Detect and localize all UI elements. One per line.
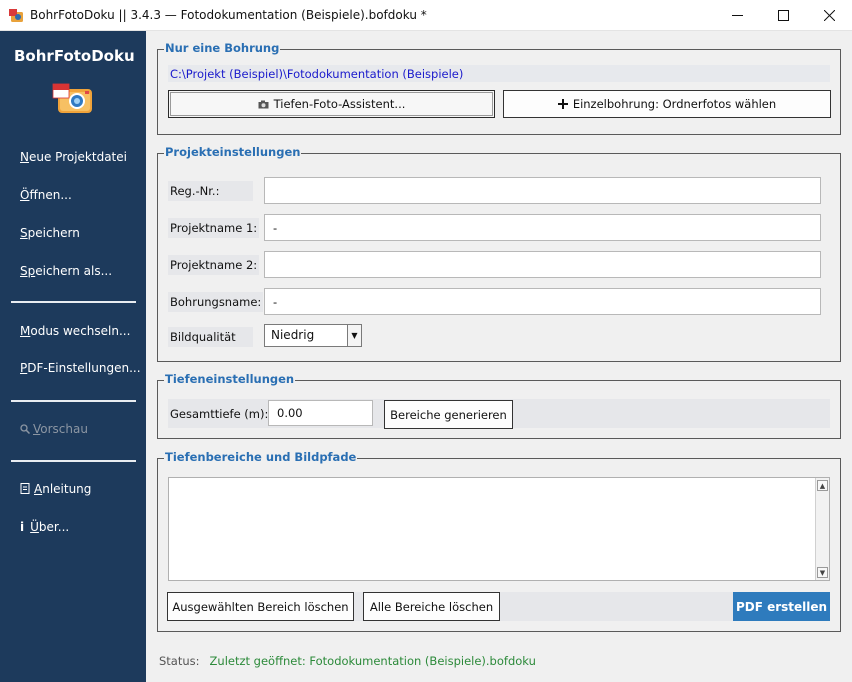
depth-ranges-group: Tiefenbereiche und Bildpfade ▲ ▼ Ausgewä…: [157, 450, 841, 632]
project-name-2-input[interactable]: [264, 251, 821, 278]
sidebar-item-pdf-settings[interactable]: PDF-Einstellungen...: [20, 361, 141, 375]
app-icon: [9, 9, 23, 22]
sidebar-item-save-as[interactable]: Speichern als...: [20, 264, 112, 278]
project-path: C:\Projekt (Beispiel)\Fotodokumentation …: [168, 65, 830, 82]
bore-name-label: Bohrungsname:: [168, 292, 264, 312]
project-name-2-label: Projektname 2:: [168, 255, 260, 275]
delete-all-ranges-button[interactable]: Alle Bereiche löschen: [363, 592, 500, 621]
info-icon: i: [20, 520, 25, 534]
maximize-icon: [777, 10, 789, 21]
sidebar: BohrFotoDoku Neue Projektdatei Öffnen...…: [0, 31, 146, 682]
project-settings-group: Projekteinstellungen Reg.-Nr.: Projektna…: [157, 145, 841, 362]
total-depth-label: Gesamttiefe (m):: [170, 407, 269, 421]
sidebar-item-save[interactable]: Speichern: [20, 226, 80, 240]
generate-ranges-button[interactable]: Bereiche generieren: [384, 400, 513, 429]
total-depth-input[interactable]: 0.00: [268, 400, 373, 426]
sidebar-divider: [11, 460, 136, 462]
close-button[interactable]: [806, 0, 852, 31]
scroll-down-icon[interactable]: ▼: [817, 567, 828, 578]
list-scrollbar[interactable]: ▲ ▼: [815, 478, 829, 580]
close-icon: [823, 10, 835, 21]
brand-title: BohrFotoDoku: [14, 47, 135, 65]
image-quality-label: Bildqualität: [168, 327, 253, 347]
status-text: Zuletzt geöffnet: Fotodokumentation (Bei…: [209, 654, 536, 668]
reg-nr-label: Reg.-Nr.:: [168, 181, 253, 201]
project-name-1-label: Projektname 1:: [168, 218, 260, 238]
plus-icon: [557, 99, 568, 109]
depth-settings-group: Tiefeneinstellungen Gesamttiefe (m): 0.0…: [157, 372, 841, 439]
sidebar-item-switch-mode[interactable]: Modus wechseln...: [20, 324, 130, 338]
chevron-down-icon: ▼: [347, 325, 361, 346]
sidebar-item-manual[interactable]: Anleitung: [20, 482, 91, 496]
single-bore-group: Nur eine Bohrung C:\Projekt (Beispiel)\F…: [157, 41, 841, 135]
status-bar: Status: Zuletzt geöffnet: Fotodokumentati…: [159, 654, 536, 668]
pdf-camera-logo-icon: [52, 83, 92, 113]
sidebar-divider: [11, 400, 136, 402]
reg-nr-input[interactable]: [264, 177, 821, 204]
single-bore-title: Nur eine Bohrung: [164, 41, 281, 55]
sidebar-divider: [11, 301, 136, 303]
single-bore-folder-button[interactable]: Einzelbohrung: Ordnerfotos wählen: [503, 90, 831, 118]
title-bar: BohrFotoDoku || 3.4.3 — Fotodokumentatio…: [0, 0, 852, 31]
project-settings-title: Projekteinstellungen: [164, 145, 302, 159]
image-quality-select[interactable]: Niedrig ▼: [264, 324, 362, 347]
delete-selected-range-button[interactable]: Ausgewählten Bereich löschen: [167, 592, 354, 621]
magnifier-icon: [20, 424, 31, 435]
bore-name-input[interactable]: -: [264, 288, 821, 315]
sidebar-item-new-project[interactable]: Neue Projektdatei: [20, 150, 127, 164]
depth-ranges-title: Tiefenbereiche und Bildpfade: [164, 450, 358, 464]
document-icon: [20, 483, 30, 494]
sidebar-item-open[interactable]: Öffnen...: [20, 188, 72, 202]
depth-photo-wizard-button[interactable]: Tiefen-Foto-Assistent...: [168, 90, 495, 118]
scroll-up-icon[interactable]: ▲: [817, 480, 828, 491]
minimize-button[interactable]: [714, 0, 760, 31]
minimize-icon: [731, 15, 743, 16]
status-label: Status:: [159, 654, 200, 668]
maximize-button[interactable]: [760, 0, 806, 31]
project-name-1-input[interactable]: -: [264, 214, 821, 241]
create-pdf-button[interactable]: PDF erstellen: [733, 592, 830, 621]
sidebar-item-about[interactable]: i Über...: [20, 520, 69, 534]
window-title: BohrFotoDoku || 3.4.3 — Fotodokumentatio…: [30, 8, 427, 22]
depth-settings-title: Tiefeneinstellungen: [164, 372, 296, 386]
camera-icon: [258, 100, 269, 108]
depth-ranges-list[interactable]: ▲ ▼: [168, 477, 830, 581]
sidebar-item-preview[interactable]: Vorschau: [20, 422, 88, 436]
